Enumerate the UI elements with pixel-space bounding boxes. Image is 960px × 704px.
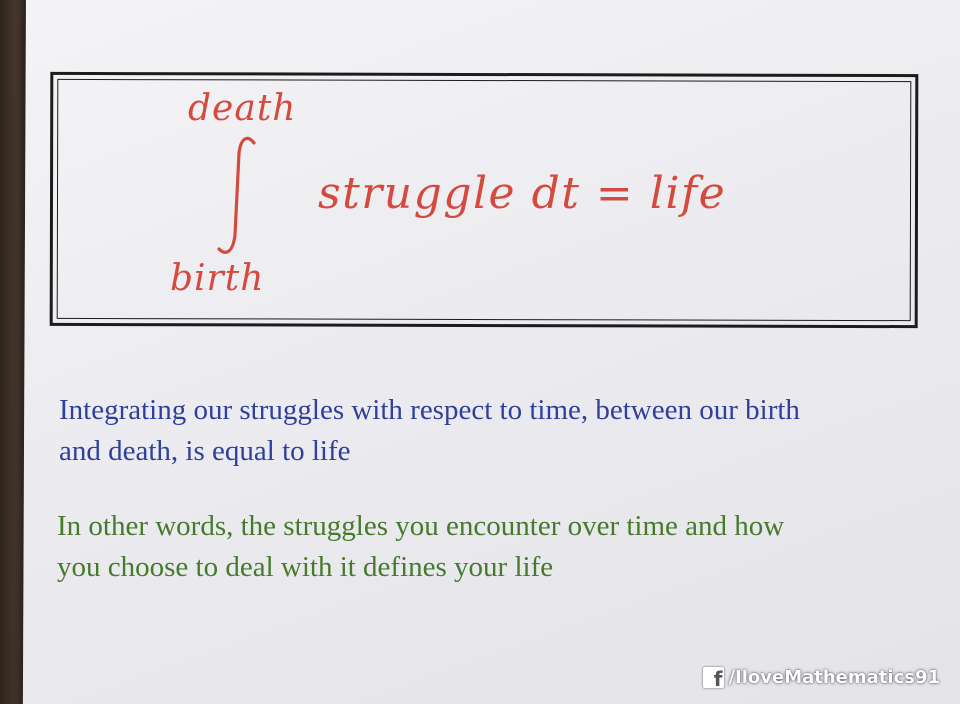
watermark: f /IloveMathematics91 [703,667,940,691]
integral-expression: struggle dt = life [318,168,727,219]
interpretation-line-1: In other words, the struggles you encoun… [57,510,785,542]
facebook-icon: f [703,667,725,691]
meaning-line-1: Integrating our struggles with respect t… [59,394,800,426]
integral-upper-limit: death [188,88,297,129]
integral-sign-icon [217,136,256,254]
meaning-paragraph: Integrating our struggles with respect t… [59,390,800,472]
integral-lower-limit: birth [170,258,265,299]
interpretation-line-2: you choose to deal with it defines your … [57,551,554,583]
meaning-line-2: and death, is equal to life [59,435,351,467]
watermark-text: /IloveMathematics91 [728,667,940,688]
interpretation-paragraph: In other words, the struggles you encoun… [57,506,784,588]
facebook-icon-glyph: f [713,667,723,691]
photo-scene: death birth struggle dt = life Integrati… [0,0,960,704]
